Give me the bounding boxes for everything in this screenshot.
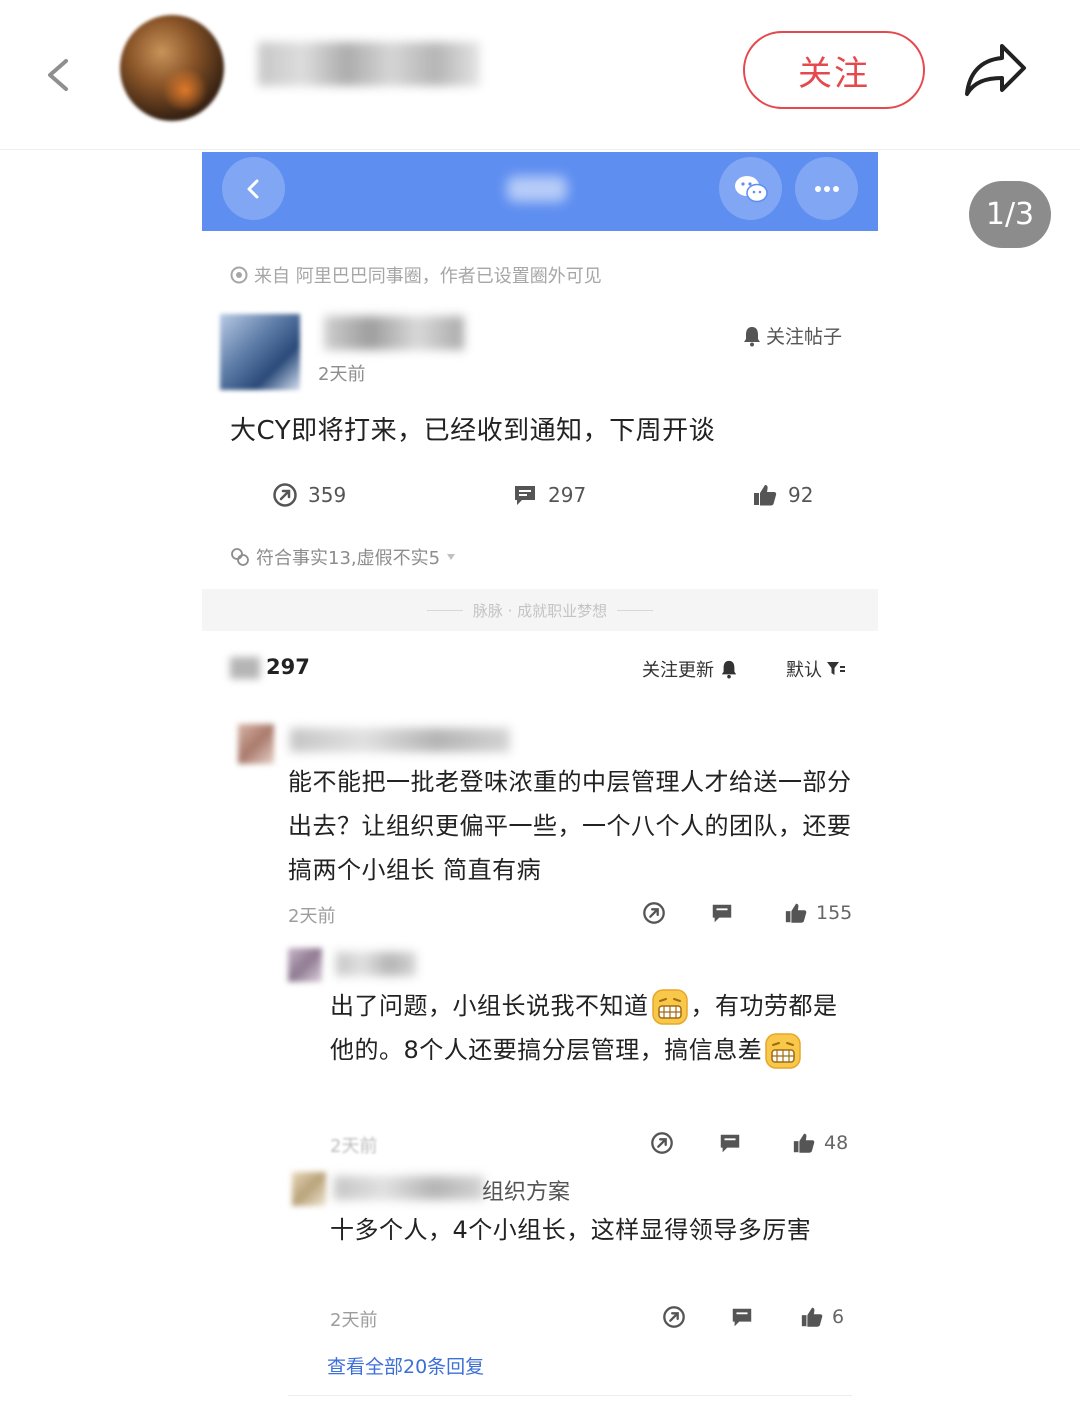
fact-check-line[interactable]: 符合事实13,虚假不实5 bbox=[230, 544, 456, 570]
share-count: 359 bbox=[308, 483, 347, 507]
reply-title-fragment: 组织方案 bbox=[482, 1180, 571, 1205]
comment-avatar[interactable] bbox=[238, 724, 274, 764]
reply-time: 2天前 bbox=[330, 1136, 378, 1157]
comment-icon[interactable] bbox=[710, 901, 734, 925]
reply-text-a: 出了问题，小组长说我不知道 bbox=[330, 992, 649, 1020]
follow-updates-button[interactable]: 关注更新 bbox=[642, 656, 738, 682]
filter-icon bbox=[827, 662, 845, 675]
chevron-left-icon bbox=[247, 179, 258, 198]
inner-title-blurred bbox=[507, 176, 567, 202]
like-stat[interactable]: 92 bbox=[752, 482, 813, 508]
reply-text: 出了问题，小组长说我不知道 ，有功劳都是他的。8个人还要搞分层管理，搞信息差 bbox=[330, 984, 840, 1072]
reply-avatar[interactable] bbox=[292, 1172, 326, 1206]
share-arrow-icon[interactable] bbox=[650, 1131, 674, 1155]
divider bbox=[288, 1395, 852, 1396]
comment-author-blurred bbox=[290, 728, 510, 752]
follow-button[interactable]: 关注 bbox=[743, 31, 925, 109]
emoji-grin-icon bbox=[765, 1033, 802, 1069]
bell-icon bbox=[744, 326, 760, 346]
like-count: 6 bbox=[832, 1306, 845, 1328]
thumbs-up-icon[interactable] bbox=[792, 1131, 816, 1155]
reply-avatar[interactable] bbox=[288, 948, 322, 982]
emoji-grin-icon bbox=[651, 989, 688, 1025]
comment-text: 能不能把一批老登味浓重的中层管理人才给送一部分出去？让组织更偏平一些，一个八个人… bbox=[288, 768, 852, 884]
slogan-bar: 脉脉 · 成就职业梦想 bbox=[202, 589, 878, 631]
bell-icon bbox=[721, 660, 737, 679]
reply-time: 2天前 bbox=[330, 1310, 378, 1331]
circle-source-icon bbox=[230, 266, 248, 284]
avatar[interactable] bbox=[120, 15, 224, 121]
source-line: 来自 阿里巴巴同事圈，作者已设置圈外可见 bbox=[230, 262, 602, 288]
share-arrow-icon bbox=[273, 483, 297, 507]
more-icon bbox=[814, 185, 839, 192]
top-bar: 关注 bbox=[0, 0, 1080, 150]
source-text: 来自 阿里巴巴同事圈，作者已设置圈外可见 bbox=[254, 266, 602, 287]
comments-label-blurred bbox=[230, 657, 260, 679]
post-author-name-blurred bbox=[324, 316, 464, 350]
comments-count: 297 bbox=[266, 655, 310, 679]
back-icon[interactable] bbox=[40, 55, 80, 95]
like-count: 48 bbox=[824, 1132, 849, 1154]
follow-post-button[interactable]: 关注帖子 bbox=[742, 322, 842, 349]
thumbs-up-icon[interactable] bbox=[800, 1305, 824, 1329]
comment-actions: 155 bbox=[642, 901, 852, 925]
page-counter: 1/3 bbox=[969, 181, 1051, 248]
share-icon[interactable] bbox=[962, 40, 1030, 100]
author-name-blurred bbox=[258, 42, 480, 86]
comment-count: 297 bbox=[548, 483, 587, 507]
comment-icon[interactable] bbox=[718, 1131, 742, 1155]
thumbs-up-icon[interactable] bbox=[784, 901, 808, 925]
inner-nav-bar bbox=[202, 152, 878, 231]
reply-author-blurred bbox=[336, 952, 416, 976]
slogan-text: 脉脉 · 成就职业梦想 bbox=[472, 601, 608, 620]
sort-label: 默认 bbox=[786, 660, 822, 681]
divider bbox=[617, 609, 654, 611]
reply-author-blurred bbox=[334, 1176, 484, 1200]
more-button[interactable] bbox=[795, 157, 858, 220]
like-count: 155 bbox=[816, 902, 853, 924]
reply-text: 十多个人，4个小组长，这样显得领导多厉害 bbox=[330, 1216, 812, 1244]
thumbs-up-icon bbox=[754, 485, 777, 506]
embedded-screenshot: 来自 阿里巴巴同事圈，作者已设置圈外可见 2天前 关注帖子 大CY即将打来，已经… bbox=[202, 152, 878, 1406]
fact-check-text: 符合事实13,虚假不实5 bbox=[256, 548, 441, 569]
comment-stat[interactable]: 297 bbox=[512, 482, 586, 508]
caret-down-icon bbox=[447, 554, 456, 560]
follow-updates-label: 关注更新 bbox=[642, 660, 714, 681]
post-body: 大CY即将打来，已经收到通知，下周开谈 bbox=[230, 416, 716, 446]
post-time: 2天前 bbox=[318, 364, 366, 385]
reply-actions: 6 bbox=[662, 1305, 844, 1329]
view-all-replies-link[interactable]: 查看全部20条回复 bbox=[327, 1352, 484, 1379]
post-author-avatar[interactable] bbox=[220, 314, 300, 390]
share-stat[interactable]: 359 bbox=[272, 482, 346, 508]
fact-check-icon bbox=[231, 548, 249, 566]
like-count: 92 bbox=[788, 483, 814, 507]
post-stats: 359 297 92 bbox=[202, 482, 878, 512]
wechat-icon bbox=[734, 175, 768, 202]
comment-time: 2天前 bbox=[288, 906, 336, 927]
share-arrow-icon[interactable] bbox=[662, 1305, 686, 1329]
reply-actions: 48 bbox=[650, 1131, 848, 1155]
sort-button[interactable]: 默认 bbox=[786, 656, 846, 682]
share-arrow-icon[interactable] bbox=[642, 901, 666, 925]
comment-icon[interactable] bbox=[730, 1305, 754, 1329]
follow-post-label: 关注帖子 bbox=[766, 326, 843, 348]
comment-icon bbox=[515, 486, 535, 505]
divider bbox=[426, 609, 463, 611]
comments-header: 297 bbox=[230, 655, 310, 679]
wechat-share-button[interactable] bbox=[719, 157, 782, 220]
inner-back-button[interactable] bbox=[222, 157, 285, 220]
